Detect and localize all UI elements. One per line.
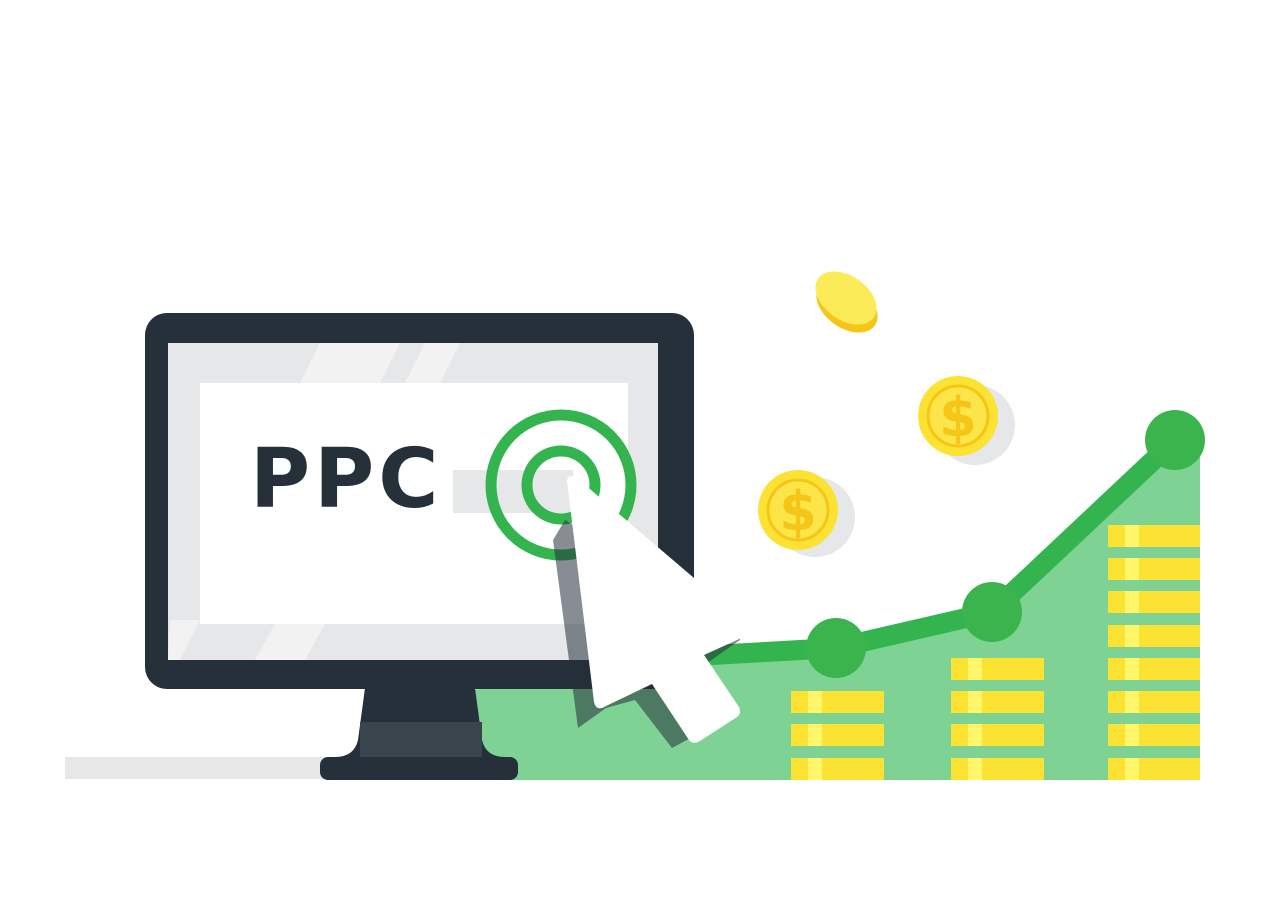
coin-icon: $ bbox=[758, 470, 855, 557]
coin-symbol: $ bbox=[779, 480, 817, 543]
floor-line bbox=[65, 757, 335, 779]
growth-point bbox=[962, 582, 1022, 642]
growth-point bbox=[806, 618, 866, 678]
coin-stack-1 bbox=[791, 691, 884, 780]
monitor-base bbox=[320, 757, 518, 780]
coin-icon: $ bbox=[918, 376, 1015, 465]
coin-symbol: $ bbox=[939, 386, 977, 449]
growth-point bbox=[1145, 410, 1205, 470]
coin-icon bbox=[815, 271, 878, 333]
ppc-illustration: PPC $ $ bbox=[65, 271, 1205, 780]
monitor-stand-highlight bbox=[360, 722, 482, 757]
screen-title: PPC bbox=[250, 432, 442, 527]
